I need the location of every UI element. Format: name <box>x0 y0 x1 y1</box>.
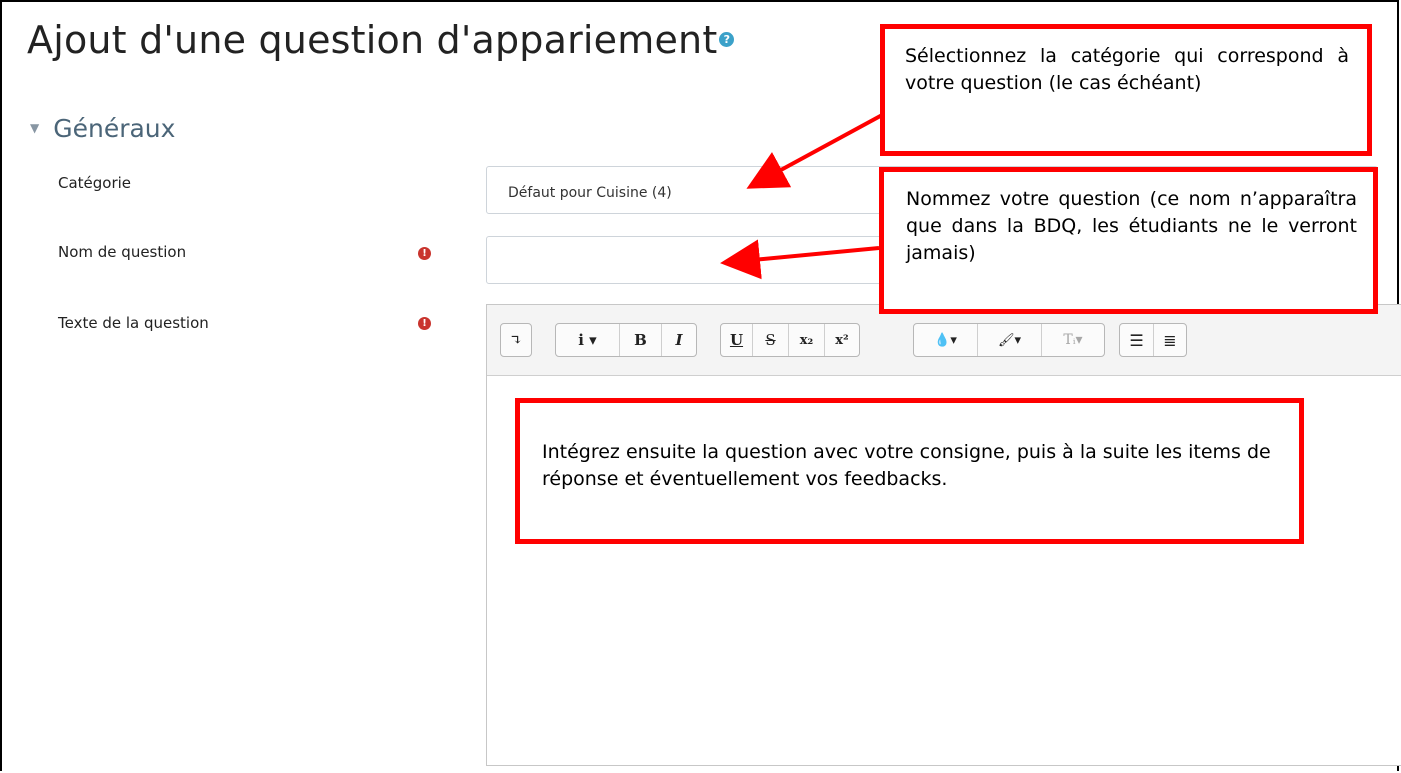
annotation-arrows <box>720 112 885 280</box>
name-arrow <box>720 239 880 280</box>
category-arrow <box>746 112 885 189</box>
